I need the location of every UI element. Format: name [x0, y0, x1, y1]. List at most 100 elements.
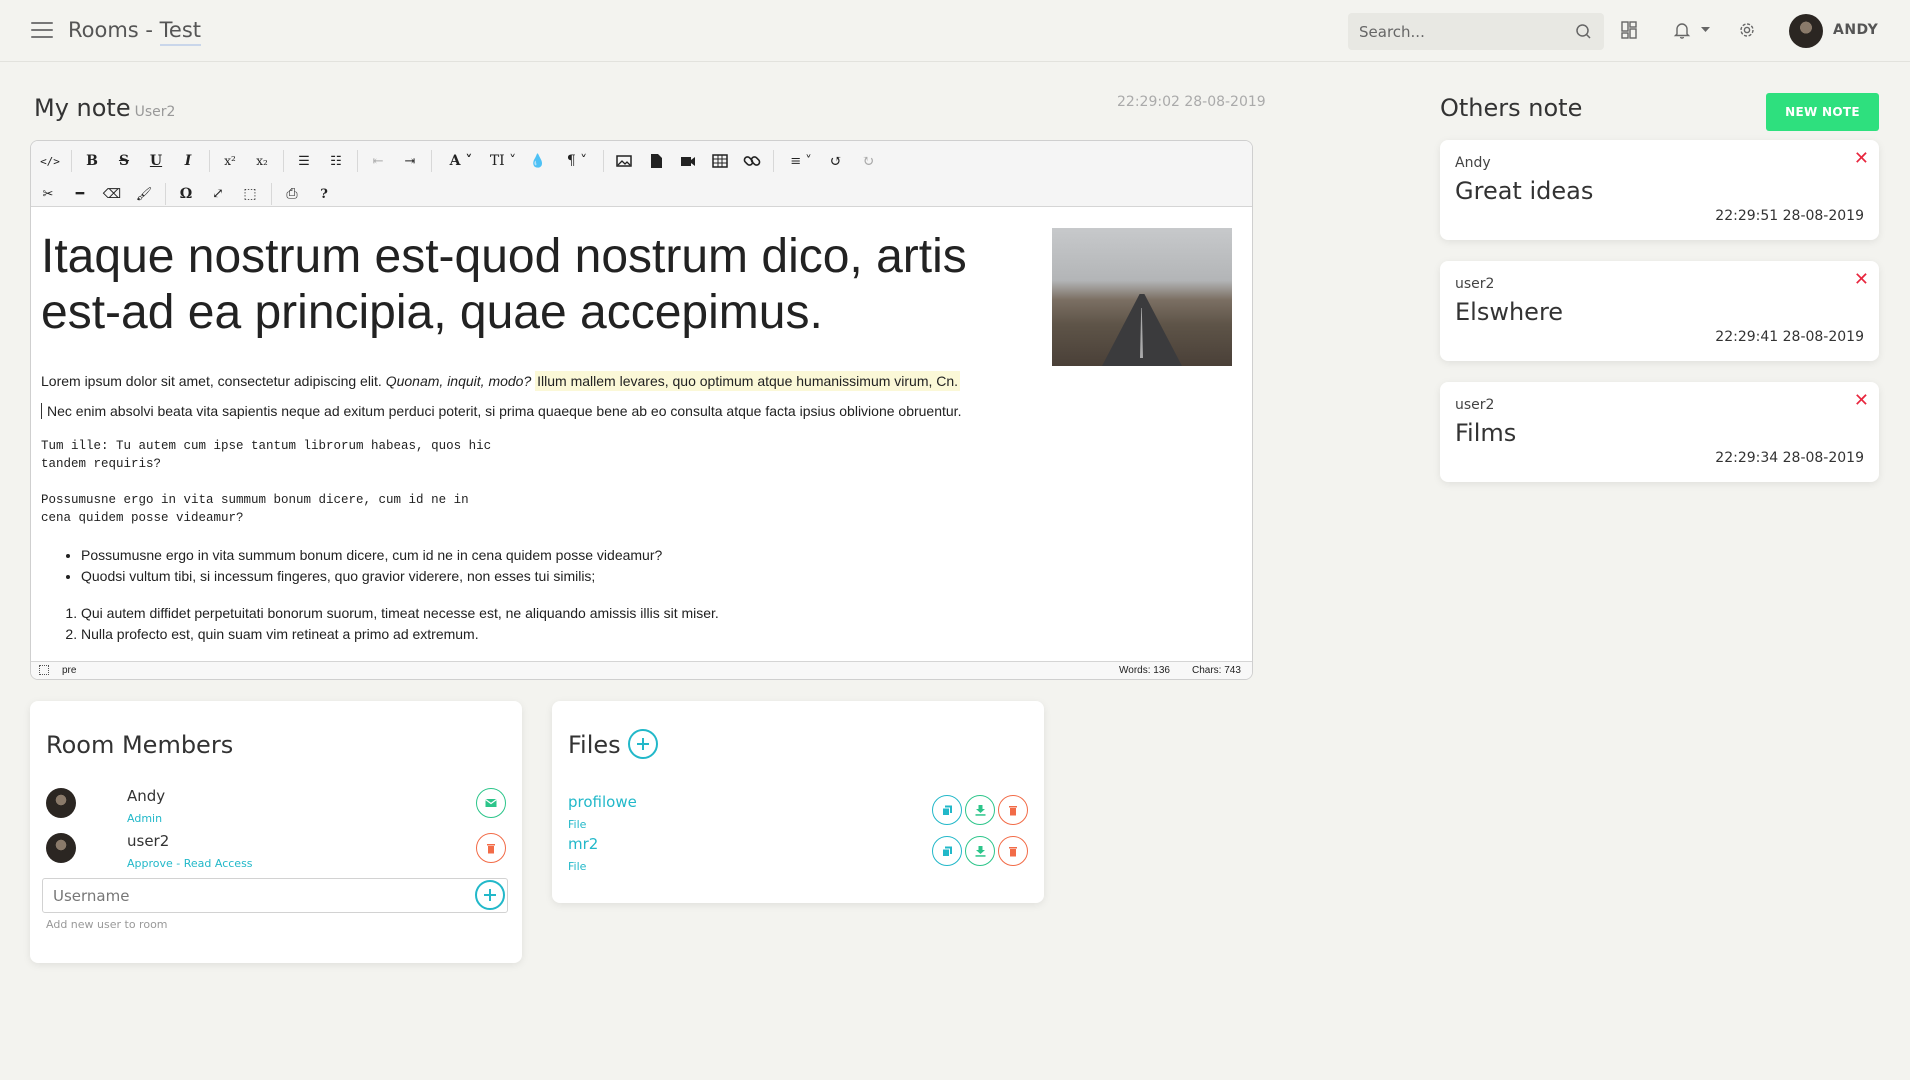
member-role: Approve - Read Access: [127, 857, 253, 870]
preformatted-2: Possumusne ergo in vita summum bonum dic…: [41, 493, 469, 525]
note-card[interactable]: Andy Great ideas 22:29:51 28-08-2019 ✕: [1440, 140, 1879, 240]
indent-icon[interactable]: ⇥: [397, 148, 423, 174]
cut-icon[interactable]: ✂: [35, 181, 61, 207]
note-author: user2: [1455, 397, 1495, 413]
others-note-title: Others note: [1440, 94, 1583, 122]
dashboard-icon[interactable]: [1621, 21, 1637, 39]
bullet-list-icon[interactable]: ☰: [291, 148, 317, 174]
insert-video-icon[interactable]: [675, 148, 701, 174]
room-members-card: Room Members Andy Admin user2 Approve - …: [30, 701, 522, 963]
remove-member-button[interactable]: [476, 833, 506, 863]
outdent-icon[interactable]: ⇤: [365, 148, 391, 174]
copy-file-button[interactable]: [932, 795, 962, 825]
close-icon[interactable]: ✕: [1854, 148, 1869, 169]
user-name[interactable]: ANDY: [1833, 22, 1878, 38]
plus-icon: [484, 889, 496, 901]
paragraph-format-icon[interactable]: ¶ ˅: [557, 148, 597, 174]
search-icon[interactable]: [1575, 23, 1592, 40]
app-title: Rooms - Test: [68, 18, 202, 46]
preformatted-1: Tum ille: Tu autem cum ipse tantum libro…: [41, 439, 492, 471]
note-card[interactable]: user2 Films 22:29:34 28-08-2019 ✕: [1440, 382, 1879, 482]
list-item: Nulla profecto est, quin suam vim retine…: [81, 624, 1242, 645]
note-time: 22:29:34 28-08-2019: [1715, 450, 1864, 466]
align-icon[interactable]: ≡ ˅: [781, 148, 821, 174]
download-file-button[interactable]: [965, 795, 995, 825]
fullscreen-icon[interactable]: ⤢: [205, 181, 231, 207]
delete-file-button[interactable]: [998, 836, 1028, 866]
toolbar-separator: [283, 150, 284, 172]
copy-icon: [941, 805, 952, 816]
insert-file-icon[interactable]: [643, 148, 669, 174]
copy-file-button[interactable]: [932, 836, 962, 866]
file-type: File: [568, 860, 587, 873]
font-family-icon[interactable]: A ˅: [441, 148, 481, 174]
file-link[interactable]: mr2: [568, 835, 598, 853]
format-painter-icon[interactable]: 🖌: [131, 181, 157, 207]
eraser-icon[interactable]: ⌫: [99, 181, 125, 207]
toolbar-separator: [773, 150, 774, 172]
toolbar-separator: [357, 150, 358, 172]
search-input[interactable]: [1348, 13, 1558, 50]
numbered-list-icon[interactable]: ☷: [323, 148, 349, 174]
list-item: Possumusne ergo in vita summum bonum dic…: [81, 545, 1242, 566]
toolbar-separator: [209, 150, 210, 172]
p1-italic: Quonam, inquit, modo?: [385, 373, 532, 389]
note-timestamp: 22:29:02 28-08-2019: [1117, 94, 1266, 110]
print-icon[interactable]: ⎙: [279, 181, 305, 207]
paragraph-1: Lorem ipsum dolor sit amet, consectetur …: [41, 371, 1242, 391]
chevron-down-icon[interactable]: [1701, 27, 1710, 32]
undo-icon[interactable]: ↺: [823, 148, 849, 174]
text-color-icon[interactable]: 💧: [525, 148, 551, 174]
editor-content[interactable]: Itaque nostrum est-quod nostrum dico, ar…: [31, 207, 1252, 663]
subscript-icon[interactable]: x₂: [249, 148, 275, 174]
insert-image-icon[interactable]: [611, 148, 637, 174]
note-card[interactable]: user2 Elswhere 22:29:41 28-08-2019 ✕: [1440, 261, 1879, 361]
add-file-button[interactable]: [628, 729, 658, 759]
editor-status-bar: pre Words: 136 Chars: 743: [31, 661, 1252, 679]
insert-link-icon[interactable]: [739, 148, 765, 174]
message-member-button[interactable]: [476, 788, 506, 818]
file-type: File: [568, 818, 587, 831]
italic-icon[interactable]: I: [175, 148, 201, 174]
plus-icon: [637, 738, 649, 750]
font-size-icon[interactable]: TI ˅: [483, 148, 523, 174]
horizontal-rule-icon[interactable]: ━: [67, 181, 93, 207]
element-path-icon[interactable]: [39, 665, 49, 675]
new-note-button[interactable]: NEW NOTE: [1766, 93, 1879, 131]
file-link[interactable]: profilowe: [568, 793, 637, 811]
help-icon[interactable]: ?: [311, 181, 337, 207]
bold-icon[interactable]: B: [79, 148, 105, 174]
room-name[interactable]: Test: [159, 18, 202, 46]
add-user-button[interactable]: [475, 880, 505, 910]
special-char-icon[interactable]: Ω: [173, 181, 199, 207]
close-icon[interactable]: ✕: [1854, 269, 1869, 290]
gear-icon[interactable]: [1738, 21, 1756, 39]
note-author: Andy: [1455, 155, 1491, 171]
numbered-list: Qui autem diffidet perpetuitati bonorum …: [81, 603, 1242, 645]
download-file-button[interactable]: [965, 836, 995, 866]
add-user-hint: Add new user to room: [46, 918, 168, 931]
note-author: user2: [1455, 276, 1495, 292]
select-all-icon[interactable]: ⬚: [237, 181, 263, 207]
strikethrough-icon[interactable]: S: [111, 148, 137, 174]
user-avatar[interactable]: [1789, 14, 1823, 48]
insert-table-icon[interactable]: [707, 148, 733, 174]
delete-file-button[interactable]: [998, 795, 1028, 825]
element-path[interactable]: pre: [62, 665, 76, 676]
code-view-icon[interactable]: </>: [37, 148, 63, 174]
top-bar: Rooms - Test ANDY: [0, 0, 1910, 62]
superscript-icon[interactable]: x²: [217, 148, 243, 174]
underline-icon[interactable]: U: [143, 148, 169, 174]
username-input[interactable]: [43, 879, 463, 912]
close-icon[interactable]: ✕: [1854, 390, 1869, 411]
road-landscape-image[interactable]: [1052, 228, 1232, 366]
member-name: user2: [127, 832, 170, 850]
bell-icon[interactable]: [1673, 21, 1691, 39]
room-members-title: Room Members: [46, 731, 234, 759]
note-title: Great ideas: [1455, 177, 1594, 205]
copy-icon: [941, 846, 952, 857]
trash-icon: [1009, 805, 1017, 815]
menu-icon[interactable]: [31, 22, 53, 39]
redo-icon[interactable]: ↻: [855, 148, 881, 174]
avatar: [46, 833, 76, 863]
